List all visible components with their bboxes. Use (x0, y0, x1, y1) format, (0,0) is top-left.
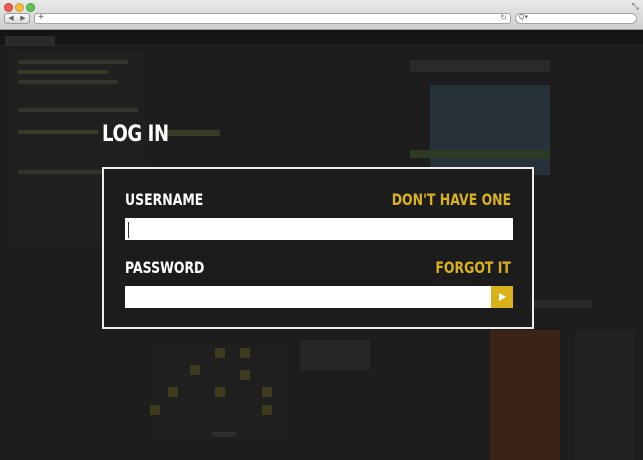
bg-line (18, 80, 118, 84)
login-submit-button[interactable] (491, 286, 513, 308)
bg-line (18, 130, 98, 134)
bg-dot (240, 348, 250, 358)
search-icon: Q▾ (519, 14, 528, 21)
signup-link[interactable]: DON'T HAVE ONE (392, 190, 511, 209)
bg-line (18, 108, 138, 112)
username-input[interactable] (125, 218, 513, 240)
nav-buttons: ◀ ▶ (4, 13, 30, 24)
bg-heading (410, 60, 550, 72)
bg-dot (240, 370, 250, 380)
minimize-window-button[interactable] (15, 3, 24, 12)
bg-block (300, 340, 370, 370)
bg-line (18, 60, 128, 64)
bg-image (430, 85, 550, 175)
bg-dot (190, 365, 200, 375)
back-button[interactable]: ◀ (5, 14, 17, 23)
password-label: PASSWORD (125, 258, 205, 277)
username-label: USERNAME (125, 190, 204, 209)
bg-line (160, 130, 220, 136)
fullscreen-icon[interactable]: ⤡ (632, 1, 639, 12)
forgot-password-link[interactable]: FORGOT IT (435, 258, 511, 277)
address-bar[interactable]: + ↻ (34, 12, 511, 24)
bg-line (18, 70, 108, 74)
bg-logo (5, 36, 55, 46)
text-caret (128, 222, 129, 238)
bg-dot (262, 387, 272, 397)
bg-header (0, 30, 643, 44)
close-window-button[interactable] (4, 3, 13, 12)
bg-dot (215, 348, 225, 358)
login-panel: USERNAME DON'T HAVE ONE PASSWORD FORGOT … (102, 167, 534, 329)
reload-icon[interactable]: ↻ (500, 13, 507, 22)
password-input[interactable] (125, 286, 491, 308)
bg-dot (150, 405, 160, 415)
play-arrow-icon (499, 293, 506, 301)
new-tab-icon[interactable]: + (38, 12, 44, 23)
page-title: LOG IN (102, 122, 169, 147)
forward-button[interactable]: ▶ (17, 14, 29, 23)
bg-dot (168, 387, 178, 397)
zoom-window-button[interactable] (26, 3, 35, 12)
bg-dot (215, 387, 225, 397)
browser-search-field[interactable]: Q▾ (515, 13, 637, 24)
bg-dot (262, 405, 272, 415)
browser-toolbar: ⤡ ◀ ▶ + ↻ Q▾ (0, 0, 643, 30)
bg-image (490, 330, 560, 460)
bg-line (212, 432, 236, 437)
bg-line (410, 150, 550, 158)
bg-column (575, 330, 635, 460)
